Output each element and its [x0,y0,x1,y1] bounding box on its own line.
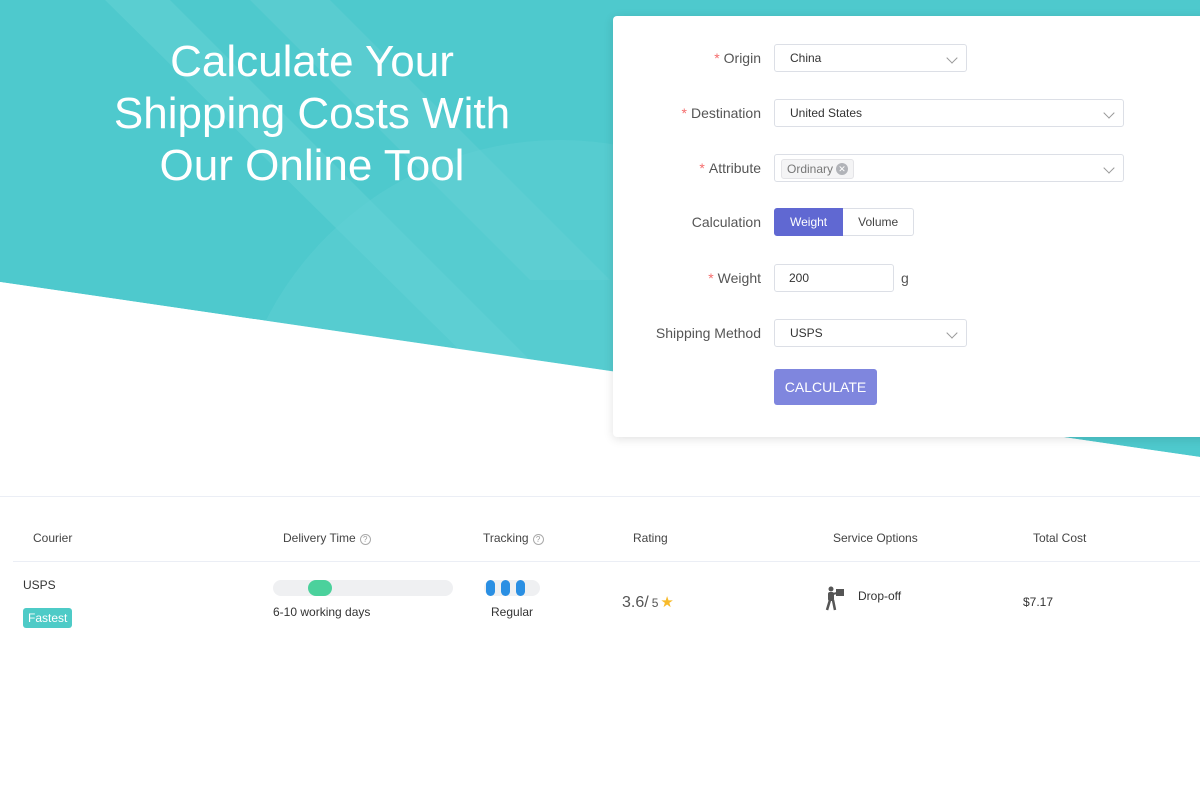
calculate-button[interactable]: CALCULATE [774,369,877,405]
origin-value: China [790,51,822,65]
hero-title-line: Shipping Costs With [113,89,511,138]
tracking-level-dot [516,580,525,596]
close-icon[interactable]: ✕ [836,162,849,175]
calculation-row: Calculation Weight Volume [613,208,1200,236]
required-mark: * [681,105,687,121]
attribute-row: * Attribute Ordinary ✕ [613,154,1200,182]
service-options-header: Service Options [833,531,918,545]
hero-title: Calculate Your Shipping Costs With Our O… [62,36,562,192]
required-mark: * [708,270,714,286]
rating-value: 3.6/5 ★ [622,594,674,611]
shipping-calculator-form: * Origin China * Destination United States… [613,16,1200,437]
person-carrying-box-icon [825,586,844,611]
shipping-method-value: USPS [790,326,823,340]
destination-select[interactable]: United States [774,99,1124,127]
calculation-toggle: Weight Volume [774,208,915,236]
hero-title-line: Our Online Tool [159,141,465,190]
attribute-tag: Ordinary ✕ [781,159,855,179]
section-divider [0,496,1200,497]
weight-option-button[interactable]: Weight [774,208,844,236]
origin-select[interactable]: China [774,44,967,72]
courier-header: Courier [33,531,73,545]
origin-row: * Origin China [613,44,1200,72]
weight-row: * Weight 200 g [613,264,1200,292]
tracking-level-dot [486,580,495,596]
chevron-down-icon [1103,162,1115,174]
destination-value: United States [790,106,863,120]
origin-label: * Origin [714,50,761,66]
delivery-time-indicator [308,580,332,596]
shipping-method-row: Shipping Method USPS [613,319,1200,347]
star-icon: ★ [660,594,674,611]
shipping-method-label: Shipping Method [655,325,761,341]
chevron-down-icon [946,52,958,64]
calculation-label: Calculation [691,214,761,230]
service-option-text: Drop-off [858,589,902,603]
tracking-level-dot [501,580,510,596]
tracking-header: Tracking? [483,531,544,545]
total-cost-header: Total Cost [1033,531,1087,545]
fastest-badge: Fastest [23,608,73,628]
required-mark: * [714,50,720,66]
delivery-time-bar [273,580,453,596]
courier-name: USPS [23,578,56,592]
destination-label: * Destination [681,105,762,121]
rating-header: Rating [633,531,668,545]
destination-row: * Destination United States [613,99,1200,127]
required-mark: * [699,160,705,176]
attribute-label: * Attribute [699,160,761,176]
weight-label: * Weight [708,270,761,286]
hero-title-line: Calculate Your [170,37,454,86]
help-icon[interactable]: ? [359,534,371,545]
total-cost-value: $7.17 [1023,595,1054,609]
tracking-level-text: Regular [491,605,534,619]
weight-unit: g [901,270,909,286]
delivery-time-header: Delivery Time? [283,531,371,545]
volume-option-button[interactable]: Volume [843,208,915,236]
chevron-down-icon [1103,107,1115,119]
rating-max: 5 [651,596,659,610]
table-header-divider [13,561,1200,562]
shipping-method-select[interactable]: USPS [774,319,967,347]
delivery-time-text: 6-10 working days [273,605,371,619]
chevron-down-icon [946,327,958,339]
weight-input[interactable]: 200 [774,264,894,292]
attribute-multiselect[interactable]: Ordinary ✕ [774,154,1124,182]
help-icon[interactable]: ? [532,534,544,545]
